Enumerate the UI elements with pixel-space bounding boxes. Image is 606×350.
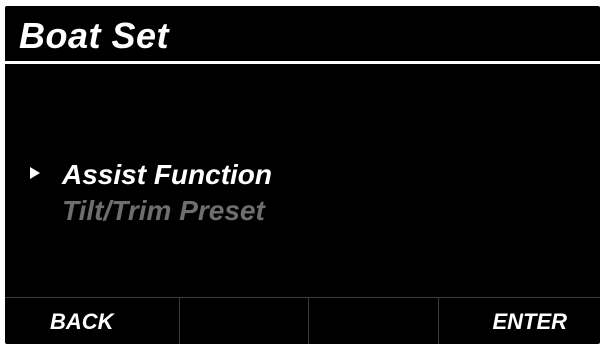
title-divider [5, 61, 600, 64]
device-screen: Boat Set Assist Function Tilt/Trim Prese… [0, 0, 606, 350]
selection-cursor-icon [30, 167, 40, 179]
display-panel: Boat Set Assist Function Tilt/Trim Prese… [5, 6, 600, 344]
menu-list: Assist Function Tilt/Trim Preset [5, 156, 600, 232]
softkey-3[interactable] [308, 298, 438, 344]
enter-softkey[interactable]: ENTER [437, 298, 601, 344]
menu-item-tilt-trim-preset[interactable]: Tilt/Trim Preset [5, 194, 600, 232]
softkey-bar: BACK ENTER [5, 297, 600, 344]
menu-item-label: Tilt/Trim Preset [62, 195, 265, 226]
menu-item-assist-function[interactable]: Assist Function [5, 156, 600, 194]
title-bar: Boat Set [5, 6, 600, 64]
softkey-2[interactable] [178, 298, 309, 344]
back-softkey[interactable]: BACK [5, 298, 179, 344]
menu-item-label: Assist Function [62, 159, 273, 190]
page-title: Boat Set [19, 15, 170, 56]
